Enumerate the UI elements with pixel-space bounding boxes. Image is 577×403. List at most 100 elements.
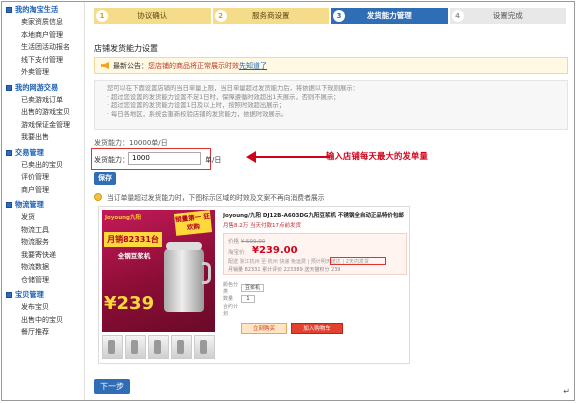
- hero-subline: 全钢豆浆机: [117, 252, 151, 260]
- current-capacity-label: 发货能力：: [94, 139, 129, 147]
- tip-line: 当订单量超过发货能力时，下图标示区域的时效及文案不再向消费者展示: [94, 192, 325, 202]
- step-1: 1 协议确认: [94, 8, 211, 24]
- capacity-unit: 单/日: [205, 156, 222, 164]
- group-square-icon: [6, 202, 12, 208]
- delivery-time-highlight: [330, 257, 386, 265]
- sidebar-item[interactable]: 出售的游戏宝贝: [2, 106, 84, 119]
- sidebar-item[interactable]: 餐厅推荐: [2, 326, 84, 339]
- sidebar-group-title: 我的淘宝生活: [15, 5, 59, 14]
- next-step-button[interactable]: 下一步: [94, 379, 130, 394]
- sidebar: 我的淘宝生活卖家资质信息 本地商户管理 生活团活动报名 线下支付管理 外卖管理我的网游交…: [2, 2, 85, 400]
- sidebar-group-title: 物流管理: [15, 200, 44, 209]
- info-row: · 超过您设置的发货能力设置1日及以上时，按照时效超出展示；: [107, 102, 286, 110]
- group-square-icon: [6, 149, 12, 156]
- tip-text: 当订单量超过发货能力时，下图标示区域的时效及文案不再向消费者展示: [107, 194, 325, 202]
- sidebar-item[interactable]: 物流工具: [2, 224, 84, 237]
- step-label: 协议确认: [137, 11, 168, 20]
- step-3: 3 发货能力管理: [331, 8, 448, 24]
- step-label: 发货能力管理: [366, 11, 412, 20]
- sidebar-item[interactable]: 发布宝贝: [2, 301, 84, 314]
- sidebar-item[interactable]: 线下支付管理: [2, 54, 84, 67]
- current-price-value: 239.00: [258, 245, 298, 256]
- sidebar-item[interactable]: 我要寄快递: [2, 249, 84, 262]
- original-price-label: 价格: [228, 239, 240, 245]
- plan-label: 合约计划: [223, 303, 239, 317]
- step-2: 2 服务商设置: [212, 8, 329, 24]
- color-option[interactable]: 豆浆机: [241, 283, 265, 292]
- lightbulb-icon: [94, 193, 102, 201]
- sidebar-group-header[interactable]: 交易管理: [2, 147, 84, 159]
- current-capacity-value: 10000单/日: [129, 139, 168, 147]
- sidebar-item[interactable]: 外卖管理: [2, 66, 84, 79]
- rules-info-box: 您可以在下面设置店铺的当日单量上限，当日单量超过发货能力后，将依据以下规则展示：…: [94, 80, 568, 130]
- product-title: Joyoung/九阳 DJ12B-A603DG九阳豆浆机 不锈钢全自动正品特价包…: [223, 213, 404, 219]
- sidebar-item[interactable]: 卖家资质信息: [2, 16, 84, 29]
- soymilk-maker-image: [164, 242, 211, 312]
- sidebar-item[interactable]: 发货: [2, 211, 84, 224]
- add-to-cart-button[interactable]: 加入购物车: [291, 323, 343, 334]
- step-number: 2: [214, 10, 227, 22]
- sales-stats: 月销量 82331 累计评价 223389 送天猫积分 239: [228, 267, 341, 273]
- sidebar-group: 物流管理发货 物流工具 物流服务 我要寄快递 物流数据 仓储管理: [2, 199, 84, 286]
- quantity-input[interactable]: 1: [241, 294, 255, 303]
- color-label: 颜色分类: [223, 281, 239, 295]
- sidebar-item[interactable]: 评价管理: [2, 171, 84, 184]
- product-hero-image: Joyoung九阳 销量第一 狂欢购 月销82331台 全钢豆浆机 ¥239: [102, 210, 215, 332]
- sidebar-group: 我的淘宝生活卖家资质信息 本地商户管理 生活团活动报名 线下支付管理 外卖管理: [2, 4, 84, 79]
- sidebar-item[interactable]: 仓储管理: [2, 274, 84, 287]
- screenshot-frame: 我的淘宝生活卖家资质信息 本地商户管理 生活团活动报名 线下支付管理 外卖管理我的网游交…: [1, 1, 575, 401]
- thumbnail[interactable]: [125, 335, 146, 359]
- thumbnail[interactable]: [171, 335, 192, 359]
- info-row: · 每日各地区，系统会重新校验店铺的发货能力，依据时效展示。: [107, 110, 288, 118]
- sidebar-item[interactable]: 本地商户管理: [2, 29, 84, 42]
- sidebar-item[interactable]: 物流数据: [2, 261, 84, 274]
- info-row: 您可以在下面设置店铺的当日单量上限，当日单量超过发货能力后，将依据以下规则展示：: [107, 85, 359, 92]
- brand-logo: Joyoung九阳: [105, 215, 141, 221]
- current-price-label: 淘宝价: [228, 250, 245, 256]
- sidebar-item[interactable]: 我要出售: [2, 131, 84, 144]
- quantity-label: 数量: [223, 296, 234, 302]
- sidebar-group-header[interactable]: 我的淘宝生活: [2, 4, 84, 16]
- sidebar-group-header[interactable]: 我的网游交易: [2, 82, 84, 94]
- hero-price: ¥239: [104, 293, 155, 314]
- sidebar-group-header[interactable]: 物流管理: [2, 199, 84, 211]
- megaphone-icon: [101, 62, 109, 69]
- sidebar-item[interactable]: 生活团活动报名: [2, 41, 84, 54]
- step-label: 设置完成: [492, 11, 523, 20]
- sidebar-group-header[interactable]: 宝贝管理: [2, 289, 84, 301]
- sidebar-item[interactable]: 物流服务: [2, 236, 84, 249]
- sidebar-item[interactable]: 商户管理: [2, 184, 84, 197]
- current-price: ¥239.00: [252, 245, 298, 256]
- sidebar-group: 交易管理 已卖出的宝贝 评价管理 商户管理: [2, 147, 84, 197]
- capacity-input[interactable]: 1000: [128, 152, 201, 165]
- product-preview: Joyoung九阳 销量第一 狂欢购 月销82331台 全钢豆浆机 ¥239 J…: [98, 206, 410, 364]
- return-mark-icon: ↵: [563, 387, 570, 396]
- thumbnail[interactable]: [148, 335, 169, 359]
- notice-text: 您店铺的商品将正常展示时效: [148, 61, 239, 70]
- thumbnail[interactable]: [102, 335, 123, 359]
- thumbnail[interactable]: [194, 335, 215, 359]
- step-number: 1: [96, 10, 108, 22]
- purchase-buttons: 立刻购买 加入购物车: [223, 323, 407, 334]
- sidebar-item[interactable]: 游戏保证金管理: [2, 119, 84, 132]
- notice-label: 最新公告：: [113, 61, 148, 70]
- notice-bar: 最新公告： 您店铺的商品将正常展示时效 先知道了: [94, 57, 568, 74]
- sidebar-group-title: 宝贝管理: [15, 290, 44, 299]
- capacity-input-label: 发货能力：: [94, 156, 129, 164]
- annotation-arrow: [246, 151, 330, 163]
- group-square-icon: [6, 84, 12, 91]
- current-capacity: 发货能力：10000单/日: [94, 138, 168, 148]
- sidebar-group: 我的网游交易已卖游戏订单 出售的游戏宝贝 游戏保证金管理 我要出售: [2, 82, 84, 144]
- save-button[interactable]: 保存: [94, 172, 116, 185]
- sidebar-item[interactable]: 出售中的宝贝: [2, 314, 84, 327]
- sidebar-item[interactable]: 已卖出的宝贝: [2, 159, 84, 172]
- sidebar-item[interactable]: 已卖游戏订单: [2, 94, 84, 107]
- page-title: 店铺发货能力设置: [94, 44, 158, 53]
- product-subtitle: 月售8.2万 当天付款17点前发货: [223, 223, 301, 229]
- sidebar-group-title: 我的网游交易: [15, 82, 59, 92]
- sidebar-group: 宝贝管理发布宝贝 出售中的宝贝 餐厅推荐: [2, 289, 84, 339]
- buy-now-button[interactable]: 立刻购买: [241, 323, 287, 334]
- notice-link[interactable]: 先知道了: [239, 61, 267, 71]
- group-square-icon: [6, 7, 12, 13]
- step-4: 4 设置完成: [449, 8, 566, 24]
